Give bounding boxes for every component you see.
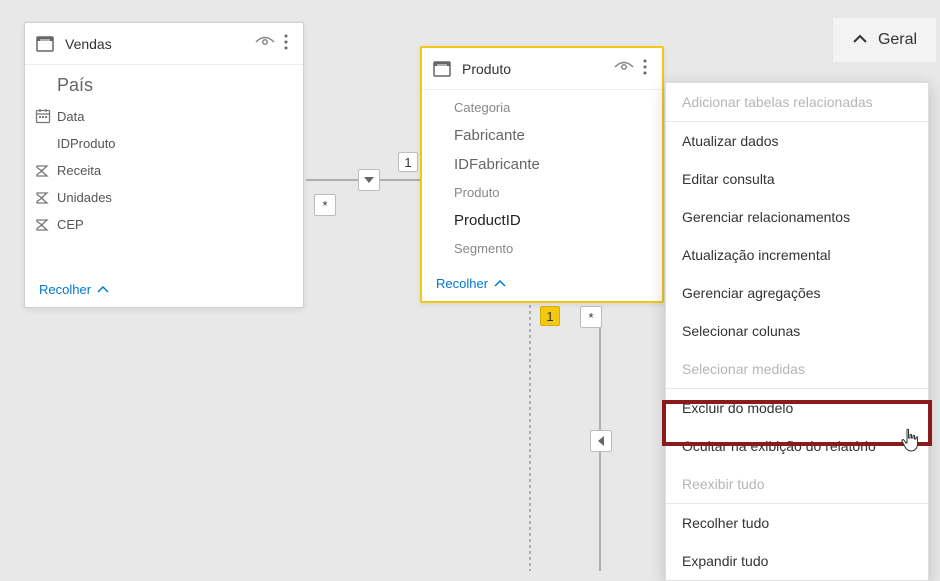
calendar-icon <box>35 108 57 124</box>
ctx-add-related-tables: Adicionar tabelas relacionadas <box>666 83 928 121</box>
ctx-edit-query[interactable]: Editar consulta <box>666 160 928 198</box>
collapse-label: Recolher <box>39 282 91 297</box>
ctx-select-measures: Selecionar medidas <box>666 350 928 388</box>
cardinality-one: 1 <box>398 152 418 172</box>
chevron-up-icon <box>852 31 868 49</box>
field-row[interactable]: Categoria <box>422 94 662 121</box>
filter-direction-icon[interactable] <box>590 430 612 452</box>
ctx-manage-relationships[interactable]: Gerenciar relacionamentos <box>666 198 928 236</box>
collapse-label: Recolher <box>436 276 488 291</box>
properties-panel-toggle[interactable]: Geral <box>832 18 936 62</box>
sigma-icon <box>35 164 57 178</box>
panel-label: Geral <box>878 31 917 49</box>
table-icon <box>35 34 55 54</box>
ctx-collapse-all[interactable]: Recolher tudo <box>666 504 928 542</box>
chevron-up-icon <box>97 282 109 297</box>
cardinality-many: * <box>580 306 602 328</box>
ctx-select-columns[interactable]: Selecionar colunas <box>666 312 928 350</box>
field-list: Categoria Fabricante IDFabricante Produt… <box>422 90 662 266</box>
table-card-vendas[interactable]: Vendas País Data IDProduto Receita <box>24 22 304 308</box>
sigma-icon <box>35 191 57 205</box>
field-row[interactable]: Segmento <box>422 235 662 262</box>
field-row[interactable]: Data <box>25 102 303 130</box>
more-options-icon[interactable] <box>640 58 650 79</box>
ctx-delete-from-model[interactable]: Excluir do modelo <box>666 389 928 427</box>
table-context-menu: Adicionar tabelas relacionadas Atualizar… <box>665 82 929 581</box>
field-list: País Data IDProduto Receita Unidades <box>25 65 303 242</box>
ctx-unhide-all: Reexibir tudo <box>666 465 928 503</box>
more-options-icon[interactable] <box>281 33 291 54</box>
table-header: Vendas <box>25 23 303 65</box>
field-row[interactable]: ProductID <box>422 206 662 235</box>
field-row[interactable]: IDFabricante <box>422 150 662 179</box>
sigma-icon <box>35 218 57 232</box>
chevron-up-icon <box>494 276 506 291</box>
field-row[interactable]: IDProduto <box>25 130 303 157</box>
filter-direction-icon[interactable] <box>358 169 380 191</box>
ctx-incremental-refresh[interactable]: Atualização incremental <box>666 236 928 274</box>
field-row[interactable]: Receita <box>25 157 303 184</box>
table-icon <box>432 59 452 79</box>
ctx-expand-all[interactable]: Expandir tudo <box>666 542 928 580</box>
visibility-icon[interactable] <box>614 60 634 77</box>
table-title: Vendas <box>65 36 255 52</box>
field-row[interactable]: Fabricante <box>422 121 662 150</box>
field-row[interactable]: Produto <box>422 179 662 206</box>
field-row[interactable]: País <box>25 69 303 102</box>
ctx-hide-in-report-view[interactable]: Ocultar na exibição do relatório <box>666 427 928 465</box>
ctx-manage-aggregations[interactable]: Gerenciar agregações <box>666 274 928 312</box>
table-title: Produto <box>462 61 614 77</box>
collapse-button[interactable]: Recolher <box>25 272 303 307</box>
cardinality-one: 1 <box>540 306 560 326</box>
collapse-button[interactable]: Recolher <box>422 266 662 301</box>
cardinality-many: * <box>314 194 336 216</box>
visibility-icon[interactable] <box>255 35 275 52</box>
ctx-refresh-data[interactable]: Atualizar dados <box>666 122 928 160</box>
field-row[interactable]: Unidades <box>25 184 303 211</box>
field-row[interactable]: CEP <box>25 211 303 238</box>
table-card-produto[interactable]: Produto Categoria Fabricante IDFabricant… <box>420 46 664 303</box>
table-header: Produto <box>422 48 662 90</box>
